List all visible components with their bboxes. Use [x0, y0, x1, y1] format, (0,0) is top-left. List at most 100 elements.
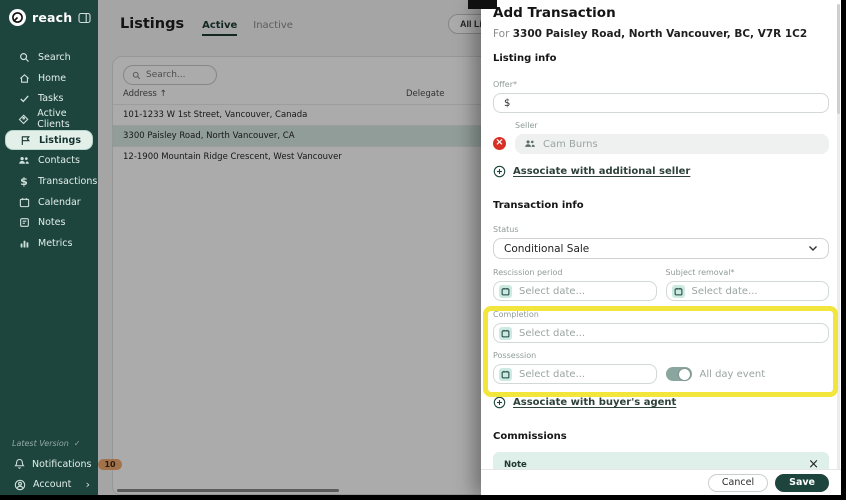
people-icon: [18, 155, 30, 166]
calendar-icon: [499, 368, 512, 381]
version-text: Latest Version: [12, 439, 69, 448]
status-value: Conditional Sale: [504, 243, 589, 255]
note-banner: Note You need to set a Completion Date t…: [493, 452, 829, 470]
sidebar-item-label: Notes: [38, 217, 65, 228]
subject-removal-label: Subject removal*: [666, 268, 830, 277]
rescission-label: Rescission period: [493, 268, 657, 277]
sidebar-item-label: Search: [38, 52, 71, 63]
sidebar-item-label: Metrics: [38, 238, 72, 249]
sidebar-header: reach: [0, 0, 98, 26]
bell-icon: [14, 458, 25, 470]
sidebar-item-label: Home: [38, 73, 66, 84]
sidebar-item-account[interactable]: Account ›: [0, 474, 98, 495]
people-icon: [524, 139, 536, 149]
sidebar-item-calendar[interactable]: Calendar: [0, 192, 98, 213]
seller-field[interactable]: Cam Burns: [515, 134, 829, 154]
sidebar-item-label: Calendar: [38, 197, 81, 208]
all-day-toggle[interactable]: [666, 367, 692, 381]
sidebar-footer: Latest Version ✓ Notifications 10 Accoun…: [0, 439, 98, 495]
sidebar-nav: Search Home Tasks Active Clients Listing…: [0, 47, 98, 254]
top-black-notch: [468, 0, 497, 9]
seller-row: × Seller Cam Burns: [493, 121, 829, 154]
version-check-icon: ✓: [74, 439, 81, 448]
drawer-body: Add Transaction For 3300 Paisley Road, N…: [481, 0, 841, 470]
section-transaction-info: Transaction info: [493, 200, 829, 211]
sidebar-item-contacts[interactable]: Contacts: [0, 150, 98, 171]
date-placeholder: Select date...: [692, 286, 758, 297]
note-icon: [18, 217, 30, 228]
status-label: Status: [493, 225, 829, 234]
vertical-scrollbar[interactable]: [837, 4, 840, 490]
currency-prefix: $: [504, 98, 510, 109]
chevron-down-icon: [808, 245, 818, 252]
completion-date-input[interactable]: Select date...: [493, 323, 829, 343]
sidebar-item-label: Active Clients: [37, 108, 98, 130]
calendar-icon: [18, 197, 30, 208]
search-icon: [18, 52, 30, 63]
sidebar-item-label: Transactions: [38, 176, 97, 187]
associate-seller-link[interactable]: Associate with additional seller: [493, 165, 829, 178]
sidebar-item-search[interactable]: Search: [0, 47, 98, 68]
bar-chart-icon: [18, 238, 30, 249]
check-icon: [18, 93, 30, 104]
for-prefix: For: [493, 28, 509, 40]
possession-label: Possession: [493, 351, 829, 360]
sidebar: reach Search Home Tasks Active Clients: [0, 0, 98, 495]
calendar-icon: [672, 285, 685, 298]
drawer-title: Add Transaction: [493, 5, 829, 21]
sidebar-item-home[interactable]: Home: [0, 68, 98, 89]
highlighted-fields: Completion Select date... Possession Sel…: [493, 310, 829, 384]
offer-input[interactable]: $: [493, 93, 829, 113]
all-day-label: All day event: [700, 369, 766, 380]
account-label: Account: [33, 479, 71, 490]
transaction-address: 3300 Paisley Road, North Vancouver, BC, …: [513, 28, 807, 40]
offer-label: Offer*: [493, 80, 829, 89]
sidebar-item-label: Contacts: [38, 155, 80, 166]
logo-text: reach: [32, 10, 72, 25]
calendar-icon: [499, 327, 512, 340]
chevron-right-icon: ›: [86, 478, 90, 491]
seller-label: Seller: [515, 121, 829, 130]
listings-page: Listings Active Inactive All Listings Ad…: [98, 0, 481, 495]
date-placeholder: Select date...: [519, 328, 585, 339]
sidebar-item-label: Listings: [39, 135, 81, 146]
sidebar-item-label: Tasks: [38, 93, 63, 104]
link-text: Associate with additional seller: [513, 166, 690, 177]
associate-buyer-agent-link[interactable]: Associate with buyer's agent: [493, 396, 829, 409]
completion-label: Completion: [493, 310, 829, 319]
possession-date-input[interactable]: Select date...: [493, 364, 657, 384]
sidebar-item-notes[interactable]: Notes: [0, 213, 98, 234]
collapse-sidebar-icon[interactable]: [78, 12, 91, 24]
modal-overlay[interactable]: [98, 0, 481, 495]
calendar-icon: [499, 285, 512, 298]
account-icon: [14, 479, 26, 491]
notifications-label: Notifications: [32, 459, 91, 470]
save-button[interactable]: Save: [775, 474, 829, 492]
sidebar-item-active-clients[interactable]: Active Clients: [0, 109, 98, 130]
status-select[interactable]: Conditional Sale: [493, 238, 829, 259]
sidebar-item-metrics[interactable]: Metrics: [0, 233, 98, 254]
sidebar-item-tasks[interactable]: Tasks: [0, 88, 98, 109]
app-window: reach Search Home Tasks Active Clients: [0, 0, 841, 495]
date-placeholder: Select date...: [519, 286, 585, 297]
plus-circle-icon: [493, 165, 506, 178]
section-listing-info: Listing info: [493, 53, 829, 64]
sidebar-item-notifications[interactable]: Notifications 10: [0, 454, 98, 474]
date-placeholder: Select date...: [519, 369, 585, 380]
rescission-date-input[interactable]: Select date...: [493, 281, 657, 301]
plus-circle-icon: [493, 396, 506, 409]
version-status: Latest Version ✓: [0, 439, 98, 454]
add-transaction-drawer: Add Transaction For 3300 Paisley Road, N…: [481, 0, 841, 495]
seller-value: Cam Burns: [543, 139, 598, 150]
toggle-knob: [679, 369, 690, 380]
subject-removal-date-input[interactable]: Select date...: [666, 281, 830, 301]
drawer-subtitle: For 3300 Paisley Road, North Vancouver, …: [493, 28, 829, 40]
tag-icon: [18, 114, 29, 125]
reach-logo-icon: [9, 9, 26, 26]
remove-seller-icon[interactable]: ×: [493, 137, 506, 150]
drawer-footer: Cancel Save: [481, 469, 841, 495]
cancel-button[interactable]: Cancel: [708, 474, 768, 492]
sidebar-item-transactions[interactable]: $ Transactions: [0, 171, 98, 192]
sidebar-item-listings[interactable]: Listings: [5, 130, 93, 151]
flag-icon: [19, 135, 31, 146]
